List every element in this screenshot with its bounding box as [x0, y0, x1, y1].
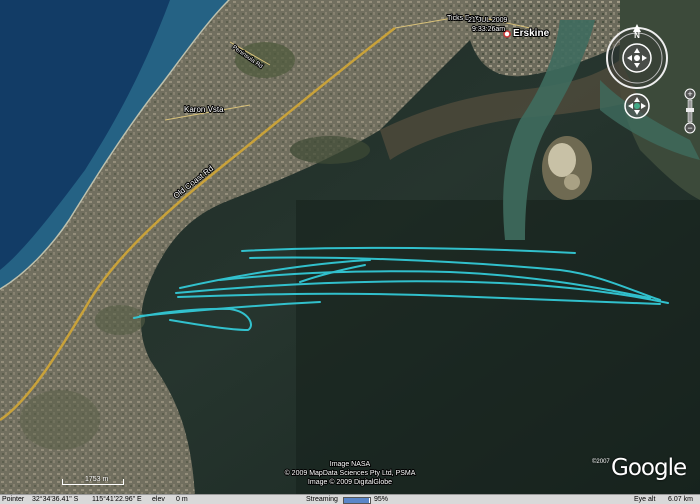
timestamp-time: 9:33:26am [472, 26, 505, 33]
road-label-karon-vista: Karon Vsta [184, 105, 224, 114]
pointer-longitude: 115°41'22.96" E [92, 496, 142, 503]
google-copyright: ©2007 [592, 459, 610, 465]
island-sand [564, 174, 580, 190]
scale-label: 1753 m [85, 476, 109, 483]
move-joystick-icon[interactable] [624, 93, 650, 119]
estuary-dark-tile [296, 200, 700, 494]
google-logo: Google [611, 455, 687, 481]
imagery-credit-line-1: Image NASA [330, 461, 371, 468]
pointer-label: Pointer [2, 496, 25, 503]
google-earth-window: Old Coast Rd Karon Vsta Peninsula Rd Tic… [0, 0, 700, 504]
status-bar: Pointer 32°34'36.41" S 115°41'22.96" E e… [0, 494, 700, 504]
north-indicator: N [634, 31, 640, 40]
navigation-controls[interactable]: N + − [604, 22, 696, 134]
streaming-progress-fill [344, 498, 369, 503]
zoom-slider[interactable]: + − [684, 88, 696, 134]
imagery-credit-line-3: Image © 2009 DigitalGlobe [308, 478, 392, 486]
bushland-patch [290, 136, 370, 164]
look-joystick-icon[interactable] [622, 43, 652, 73]
streaming-value: 95% [374, 496, 389, 503]
elevation-label: elev [152, 496, 165, 503]
zoom-thumb[interactable] [686, 108, 694, 112]
elevation-value: 0 m [176, 496, 188, 503]
satellite-map-view[interactable]: Old Coast Rd Karon Vsta Peninsula Rd Tic… [0, 0, 700, 494]
eye-alt-label: Eye alt [634, 496, 656, 503]
zoom-out-label: − [687, 123, 692, 133]
bushland-patch [235, 42, 295, 78]
streaming-label: Streaming [306, 496, 338, 503]
eye-alt-value: 6.07 km [668, 496, 693, 503]
bushland-patch [95, 305, 145, 335]
island-sand [548, 143, 576, 177]
bushland-patch [20, 390, 100, 450]
streaming-progress-bar [343, 497, 371, 504]
timestamp-date: 21 JUL 2009 [468, 17, 508, 24]
pointer-latitude: 32°34'36.41" S [32, 496, 79, 503]
imagery-credit-line-2: © 2009 MapData Sciences Pty Ltd, PSMA [285, 469, 416, 477]
place-label-erskine: Erskine [513, 28, 550, 39]
zoom-in-label: + [687, 89, 692, 99]
